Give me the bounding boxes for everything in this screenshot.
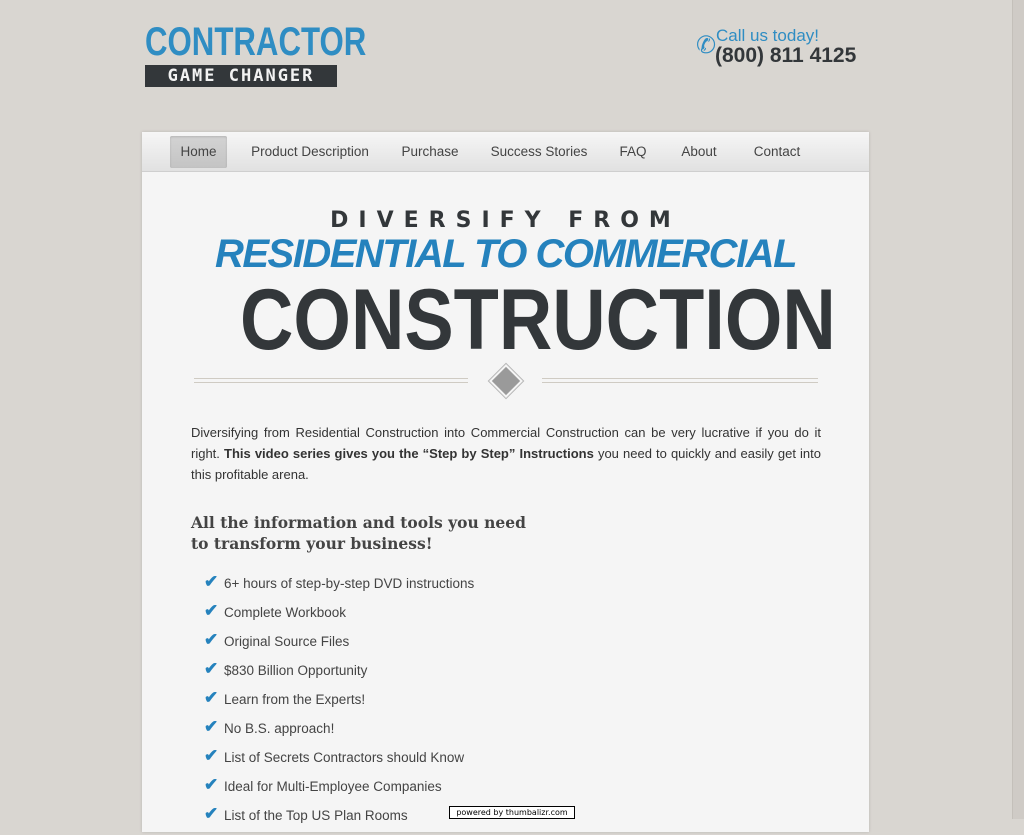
call-label: Call us today! — [716, 26, 819, 45]
checkmark-icon: ✔ — [204, 717, 219, 736]
checkmark-icon: ✔ — [204, 601, 219, 620]
nav-faq[interactable]: FAQ — [613, 136, 653, 168]
call-us: ✆ Call us today! (800) 811 4125 — [696, 26, 876, 70]
nav-home[interactable]: Home — [170, 136, 227, 168]
logo[interactable]: CONTRACTOR GAME CHANGER — [145, 20, 367, 88]
checkmark-icon: ✔ — [204, 630, 219, 649]
checkmark-icon: ✔ — [204, 775, 219, 794]
list-item: ✔ No B.S. approach! — [204, 717, 335, 736]
intro-paragraph: Diversifying from Residential Constructi… — [191, 422, 821, 485]
divider-left — [194, 378, 468, 383]
list-item: ✔ $830 Billion Opportunity — [204, 659, 368, 678]
section-heading-line-1: All the information and tools you need — [191, 513, 526, 532]
nav-purchase[interactable]: Purchase — [395, 136, 465, 168]
page-edge — [1012, 0, 1024, 819]
list-item: ✔ Ideal for Multi-Employee Companies — [204, 775, 442, 794]
list-item: ✔ Original Source Files — [204, 630, 350, 649]
main-nav: Home Product Description Purchase Succes… — [142, 132, 869, 172]
main-panel: Home Product Description Purchase Succes… — [142, 132, 869, 832]
logo-title: CONTRACTOR — [145, 20, 367, 64]
nav-product-description[interactable]: Product Description — [246, 136, 374, 168]
phone-icon: ✆ — [696, 31, 717, 59]
section-heading: All the information and tools you need t… — [191, 512, 531, 554]
hero-line-2: RESIDENTIAL TO COMMERCIAL — [214, 232, 798, 276]
list-item: ✔ List of the Top US Plan Rooms — [204, 804, 408, 823]
hero-line-1: DIVERSIFY FROM — [330, 208, 681, 233]
divider-right — [542, 378, 818, 383]
logo-subtitle: GAME CHANGER — [145, 65, 337, 87]
intro-bold: This video series gives you the “Step by… — [224, 446, 594, 461]
badge-icon — [489, 364, 523, 398]
checkmark-icon: ✔ — [204, 746, 219, 765]
list-item: ✔ Learn from the Experts! — [204, 688, 366, 707]
checkmark-icon: ✔ — [204, 804, 219, 823]
list-item: ✔ List of Secrets Contractors should Know — [204, 746, 465, 765]
checkmark-icon: ✔ — [204, 659, 219, 678]
feature-list: ✔ 6+ hours of step-by-step DVD instructio… — [204, 572, 475, 835]
nav-contact[interactable]: Contact — [744, 136, 810, 168]
section-heading-line-2: to transform your business! — [191, 534, 433, 553]
checkmark-icon: ✔ — [204, 688, 219, 707]
thumbalizr-badge[interactable]: powered by thumbalizr.com — [449, 806, 575, 819]
list-item: ✔ 6+ hours of step-by-step DVD instructio… — [204, 572, 475, 591]
hero-line-3: CONSTRUCTION — [240, 272, 836, 368]
nav-success-stories[interactable]: Success Stories — [485, 136, 593, 168]
nav-about[interactable]: About — [674, 136, 724, 168]
phone-number: (800) 811 4125 — [715, 44, 857, 67]
checkmark-icon: ✔ — [204, 572, 219, 591]
list-item: ✔ Complete Workbook — [204, 601, 347, 620]
